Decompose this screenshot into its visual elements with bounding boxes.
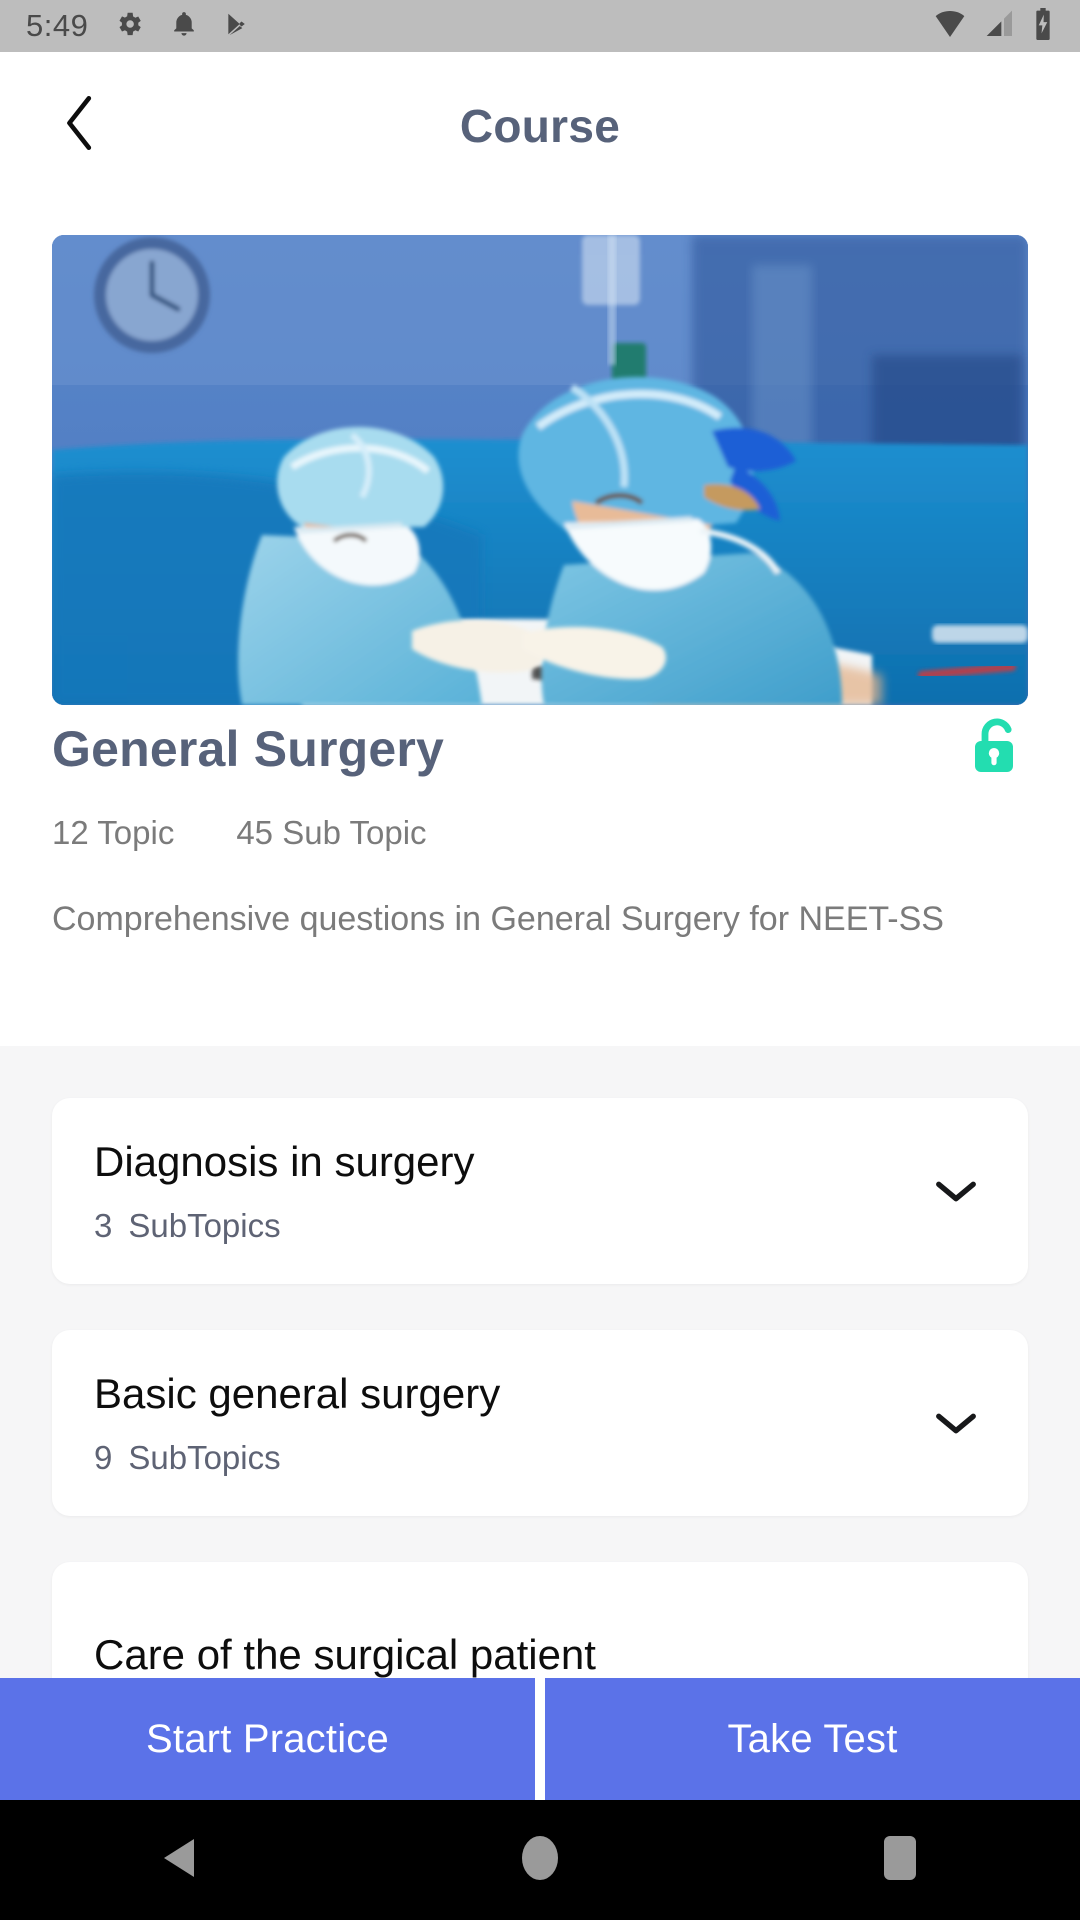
course-title: General Surgery [52,720,445,777]
wifi-icon [932,9,968,44]
cellular-signal-icon [984,9,1016,44]
topic-name: Diagnosis in surgery [94,1138,475,1186]
page-title: Course [459,99,621,152]
take-test-button[interactable]: Take Test [545,1678,1080,1800]
status-bar-clock: 5:49 [26,8,89,43]
nav-recents-square-icon [880,1834,920,1887]
topic-card[interactable]: Diagnosis in surgery 3 SubTopics [52,1098,1028,1284]
topic-card-text: Basic general surgery 9 SubTopics [94,1369,500,1477]
gear-icon [114,9,144,44]
topic-count: 12 Topic [52,814,175,851]
nav-home-circle-icon [520,1834,560,1887]
bell-icon [170,9,198,44]
topic-subtopic-count: 9 [94,1438,113,1476]
topic-card[interactable]: Care of the surgical patient [52,1562,1028,1686]
topic-list[interactable]: Diagnosis in surgery 3 SubTopics Basic ge… [0,1046,1080,1686]
course-hero-image [52,235,1028,705]
course-description: Comprehensive questions in General Surge… [52,900,944,938]
chevron-down-icon[interactable] [926,1161,986,1221]
topic-subtopic-count: 3 [94,1206,113,1244]
topic-card-text: Care of the surgical patient [94,1630,596,1680]
nav-home-button[interactable] [480,1800,600,1920]
topic-card-text: Diagnosis in surgery 3 SubTopics [94,1137,475,1245]
topic-subtopic-line: 3 SubTopics [94,1207,475,1245]
operating-room-illustration [52,235,1028,705]
app-screen: 5:49 Course General Surgery 12 Topic 45 … [0,0,1080,1920]
unlock-status-button[interactable] [966,718,1028,780]
start-practice-button[interactable]: Start Practice [0,1678,535,1800]
nav-recents-button[interactable] [840,1800,960,1920]
nav-back-triangle-icon [160,1836,200,1885]
android-navigation-bar [0,1800,1080,1920]
battery-charging-icon [1032,7,1054,45]
app-bar: Course [0,52,1080,199]
course-title-row: General Surgery [52,718,1028,780]
bottom-action-bar: Start Practice Take Test [0,1678,1080,1800]
chevron-down-icon[interactable] [926,1393,986,1453]
topic-name: Care of the surgical patient [94,1631,596,1679]
status-bar-notification-icons [114,9,250,44]
topic-subtopic-label: SubTopics [128,1206,281,1244]
topic-name: Basic general surgery [94,1370,501,1418]
status-bar-system-icons [932,7,1054,45]
status-bar: 5:49 [0,0,1080,52]
back-button[interactable] [40,86,120,166]
course-counts: 12 Topic 45 Sub Topic [52,814,1028,852]
subtopic-count: 45 Sub Topic [236,814,427,851]
action-divider [535,1678,545,1800]
play-store-icon [224,9,250,44]
unlock-icon [969,716,1025,783]
wall-clock [94,237,210,353]
topic-subtopic-line: 9 SubTopics [94,1439,500,1477]
topic-subtopic-label: SubTopics [128,1438,281,1476]
course-info: General Surgery 12 Topic 45 Sub Topic Co… [0,718,1080,946]
topic-card[interactable]: Basic general surgery 9 SubTopics [52,1330,1028,1516]
nav-back-button[interactable] [120,1800,240,1920]
chevron-left-icon [58,93,102,158]
